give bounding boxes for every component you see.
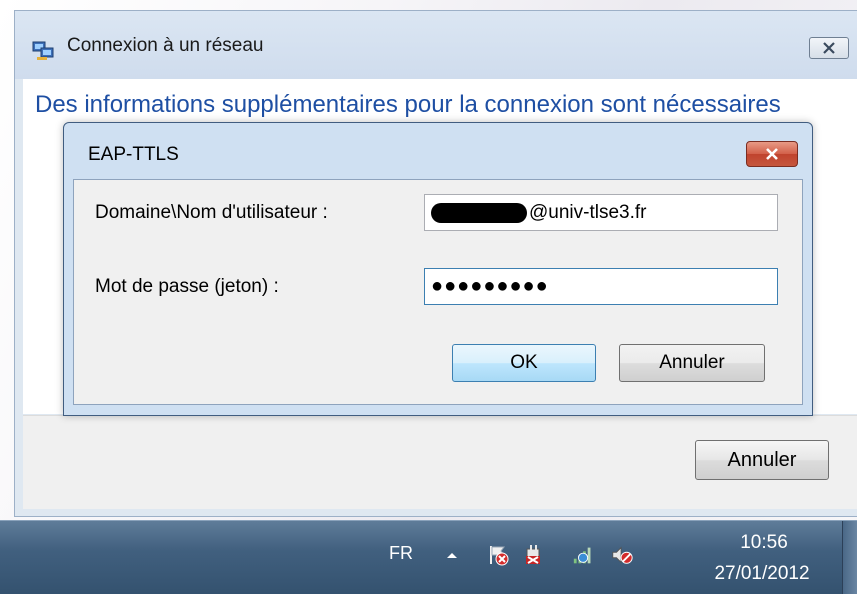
username-label: Domaine\Nom d'utilisateur :: [95, 202, 328, 223]
redaction-mark: [431, 202, 527, 223]
clock-time[interactable]: 10:56: [714, 532, 814, 554]
window-footer: Annuler: [23, 415, 857, 509]
ok-button[interactable]: OK: [452, 344, 596, 382]
show-hidden-icons-arrow-icon[interactable]: [440, 543, 464, 567]
action-center-flag-icon[interactable]: [486, 543, 510, 567]
power-plug-icon[interactable]: [522, 543, 546, 567]
password-field[interactable]: ●●●●●●●●●: [424, 268, 778, 305]
show-desktop-button[interactable]: [842, 521, 857, 594]
window-title-bar: Connexion à un réseau: [15, 11, 857, 79]
taskbar: FR 10:56 27/01/2012: [0, 520, 857, 594]
network-connection-icon: [31, 39, 55, 63]
close-icon: [766, 148, 778, 160]
language-indicator[interactable]: FR: [389, 543, 413, 564]
dialog-title: EAP-TTLS: [88, 144, 179, 165]
password-label: Mot de passe (jeton) :: [95, 276, 279, 297]
username-value: @univ-tlse3.fr: [529, 201, 647, 223]
window-heading: Des informations supplémentaires pour la…: [35, 91, 781, 118]
outer-cancel-button[interactable]: Annuler: [695, 440, 829, 480]
password-value: ●●●●●●●●●: [431, 275, 549, 297]
clock-date[interactable]: 27/01/2012: [692, 563, 832, 585]
eap-ttls-dialog: EAP-TTLS Domaine\Nom d'utilisateur : @un…: [63, 122, 813, 416]
username-field[interactable]: @univ-tlse3.fr: [424, 194, 778, 231]
cancel-button[interactable]: Annuler: [619, 344, 765, 382]
window-close-button[interactable]: [809, 37, 849, 59]
close-icon: [823, 42, 835, 54]
window-title: Connexion à un réseau: [67, 35, 264, 56]
network-icon[interactable]: [572, 543, 596, 567]
volume-muted-icon[interactable]: [610, 543, 634, 567]
dialog-close-button[interactable]: [746, 141, 798, 167]
